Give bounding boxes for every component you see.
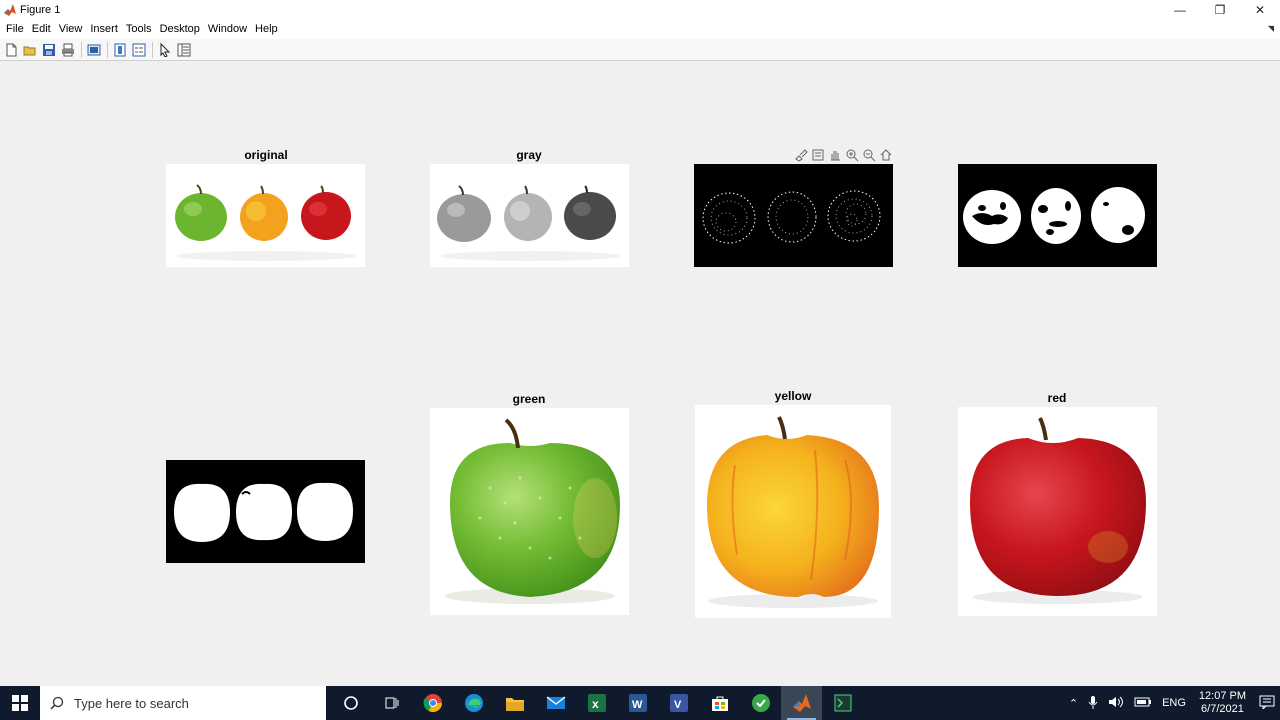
svg-text:V: V	[674, 699, 682, 711]
title-yellow: yellow	[774, 389, 812, 403]
minimize-button[interactable]: —	[1160, 0, 1200, 20]
zoom-in-icon[interactable]	[844, 147, 860, 163]
insert-colorbar-icon[interactable]	[112, 42, 128, 58]
menu-help[interactable]: Help	[251, 20, 282, 39]
window-title: Figure 1	[20, 4, 61, 16]
image-gray	[430, 164, 629, 267]
pan-icon[interactable]	[827, 147, 843, 163]
volume-icon[interactable]	[1108, 695, 1124, 712]
menu-tools[interactable]: Tools	[122, 20, 156, 39]
toolbar-separator	[81, 41, 82, 58]
title-green: green	[512, 392, 546, 406]
clock-time: 12:07 PM	[1198, 690, 1246, 702]
insert-legend-icon[interactable]	[131, 42, 147, 58]
axes-toolbar	[793, 147, 894, 163]
image-yellow	[695, 405, 891, 618]
chevron-up-icon[interactable]: ⌃	[1069, 697, 1078, 710]
menu-edit[interactable]: Edit	[28, 20, 55, 39]
toolbar-separator	[107, 41, 108, 58]
image-mask	[166, 460, 365, 563]
svg-text:W: W	[632, 699, 643, 711]
system-tray: ⌃ ENG 12:07 PM 6/7/2021	[1064, 686, 1280, 720]
brush-icon[interactable]	[793, 147, 809, 163]
notification-icon[interactable]	[1259, 695, 1275, 712]
store-icon[interactable]	[699, 686, 740, 720]
windows-start-button[interactable]	[0, 686, 40, 720]
edit-plot-icon[interactable]	[157, 42, 173, 58]
data-tips-icon[interactable]	[810, 147, 826, 163]
image-green	[430, 408, 629, 615]
clock[interactable]: 12:07 PM 6/7/2021	[1199, 690, 1246, 716]
word-icon[interactable]: W	[617, 686, 658, 720]
menu-bar: File Edit View Insert Tools Desktop Wind…	[0, 20, 1280, 39]
file-explorer-icon[interactable]	[494, 686, 535, 720]
taskbar-search-box[interactable]: Type here to search	[40, 686, 326, 720]
home-icon[interactable]	[878, 147, 894, 163]
green-apple-small	[175, 184, 227, 241]
task-view-icon[interactable]	[371, 686, 412, 720]
search-placeholder: Type here to search	[74, 695, 189, 711]
matlab-icon[interactable]	[781, 686, 822, 720]
svg-text:x: x	[592, 697, 599, 711]
matlab-logo-icon	[4, 4, 16, 16]
terminal-icon[interactable]	[822, 686, 863, 720]
title-gray: gray	[516, 148, 542, 162]
excel-icon[interactable]: x	[576, 686, 617, 720]
toolbar-separator	[152, 41, 153, 58]
language-indicator[interactable]: ENG	[1162, 697, 1186, 709]
cortana-icon[interactable]	[330, 686, 371, 720]
restore-button[interactable]: ❐	[1200, 0, 1240, 20]
search-icon	[50, 696, 64, 710]
title-red: red	[1047, 391, 1067, 405]
mail-icon[interactable]	[535, 686, 576, 720]
open-file-icon[interactable]	[22, 42, 38, 58]
edge-icon[interactable]	[453, 686, 494, 720]
menu-view[interactable]: View	[55, 20, 87, 39]
save-icon[interactable]	[41, 42, 57, 58]
app-icon[interactable]	[740, 686, 781, 720]
menu-window[interactable]: Window	[204, 20, 251, 39]
microphone-icon[interactable]	[1088, 695, 1098, 712]
link-plot-icon[interactable]	[86, 42, 102, 58]
menu-desktop[interactable]: Desktop	[156, 20, 204, 39]
image-edges	[694, 164, 893, 267]
image-binary	[958, 164, 1157, 267]
image-original	[166, 164, 365, 267]
figure-toolbar	[0, 39, 1280, 61]
visio-icon[interactable]: V	[658, 686, 699, 720]
print-icon[interactable]	[60, 42, 76, 58]
battery-icon[interactable]	[1134, 697, 1152, 710]
chrome-icon[interactable]	[412, 686, 453, 720]
windows-taskbar: Type here to search x W V ⌃ ENG 12:07 PM…	[0, 686, 1280, 720]
title-bar: Figure 1 — ❐ ✕	[0, 0, 1280, 20]
menu-insert[interactable]: Insert	[86, 20, 122, 39]
new-figure-icon[interactable]	[3, 42, 19, 58]
red-apple-small	[301, 185, 351, 240]
title-original: original	[244, 148, 288, 162]
clock-date: 6/7/2021	[1201, 703, 1244, 715]
menu-file[interactable]: File	[2, 20, 28, 39]
windows-logo-icon	[12, 695, 28, 711]
image-red	[958, 407, 1157, 616]
yellow-apple-small	[240, 185, 288, 241]
zoom-out-icon[interactable]	[861, 147, 877, 163]
property-inspector-icon[interactable]	[176, 42, 192, 58]
close-button[interactable]: ✕	[1240, 0, 1280, 20]
dock-figure-icon[interactable]: ◥	[1268, 24, 1274, 33]
